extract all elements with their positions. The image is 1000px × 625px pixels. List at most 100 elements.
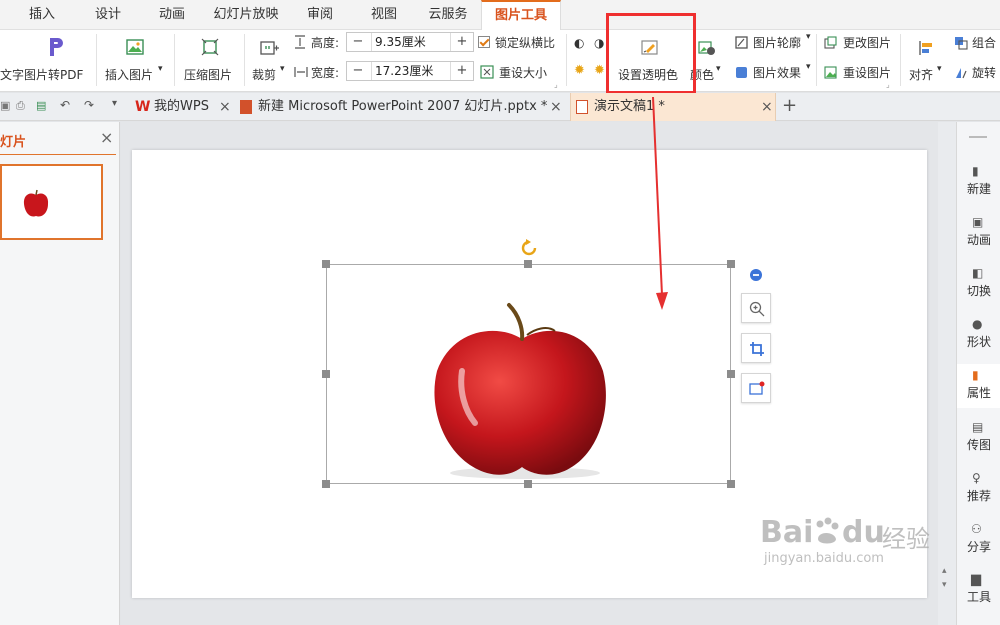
tab-pptx-document[interactable]: 新建 Microsoft PowerPoint 2007 幻灯片.pptx * [236, 93, 566, 121]
lock-ratio-checkbox[interactable] [478, 36, 490, 48]
width-spinner[interactable]: − 17.23厘米 + [346, 61, 474, 81]
watermark-brand: Bai [760, 515, 814, 550]
menu-tab-animation[interactable]: 动画 [144, 0, 200, 30]
share-icon: ⚇ [971, 522, 982, 536]
document-tab-bar: ▣ ⎙ ▤ ↶ ↷ ▾ W 我的WPS × 新建 Microsoft Power… [0, 93, 1000, 121]
align-button[interactable]: 对齐 ▾ [906, 32, 946, 88]
height-decrease-button[interactable]: − [347, 33, 369, 51]
resize-handle-right[interactable] [727, 370, 735, 378]
print-icon[interactable]: ⎙ [16, 99, 25, 113]
redo-icon[interactable]: ↷ [84, 98, 94, 112]
sidebar-item-upload[interactable]: ▤ 传图 [957, 420, 1000, 458]
save-icon[interactable]: ▣ [0, 99, 10, 112]
close-icon[interactable]: × [550, 93, 562, 121]
sidebar-item-share[interactable]: ⚇ 分享 [957, 522, 1000, 560]
contrast-less-icon[interactable]: ◑ [594, 36, 604, 50]
toolbox-icon: ▆ [971, 572, 981, 587]
brightness-up-icon[interactable]: ✹ [574, 63, 585, 78]
apple-thumbnail-icon [23, 189, 49, 217]
recolor-icon [698, 41, 715, 55]
dropdown-arrow-icon: ▾ [716, 64, 721, 74]
rotate-button[interactable]: 旋转 [972, 64, 996, 81]
sidebar-item-label: 切换 [966, 284, 991, 298]
height-increase-button[interactable]: + [451, 33, 473, 51]
resize-handle-bottom-right[interactable] [727, 480, 735, 488]
compress-picture-button[interactable]: 压缩图片 [180, 32, 240, 88]
insert-picture-button[interactable]: 插入图片 ▾ [102, 32, 168, 88]
brightness-down-icon[interactable]: ✹ [594, 63, 605, 78]
paw-icon [816, 517, 839, 544]
picture-outline-button[interactable]: 图片轮廓 [753, 34, 801, 51]
menu-tab-cloud[interactable]: 云服务 [418, 0, 478, 30]
sidebar-item-animation[interactable]: ▣ 动画 [957, 215, 1000, 253]
insert-picture-label: 插入图片 [105, 68, 154, 82]
menu-bar: 插入 设计 动画 幻灯片放映 审阅 视图 云服务 图片工具 [0, 0, 1000, 30]
group-icon [955, 37, 968, 50]
pptx-file-icon [240, 100, 252, 114]
expand-icon[interactable]: ⌟ [554, 80, 558, 89]
menu-tab-picture-tools[interactable]: 图片工具 [481, 0, 561, 30]
resize-handle-bottom[interactable] [524, 480, 532, 488]
reset-picture-button[interactable]: 重设图片 [843, 64, 891, 81]
resize-handle-bottom-left[interactable] [322, 480, 330, 488]
crop-button[interactable]: 裁剪 ▾ [248, 32, 288, 88]
picture-effect-icon [736, 67, 747, 78]
sidebar-item-recommend[interactable]: ♀ 推荐 [957, 471, 1000, 509]
export-icon[interactable]: ▤ [36, 99, 46, 112]
pdf-icon [50, 38, 63, 56]
change-picture-button[interactable]: 更改图片 [843, 34, 891, 51]
group-button[interactable]: 组合 [972, 34, 996, 51]
compress-icon [201, 38, 219, 56]
rotate-handle-icon[interactable] [520, 239, 538, 259]
height-spinner[interactable]: − 9.35厘米 + [346, 32, 474, 52]
expand-icon[interactable]: ⌟ [886, 80, 890, 89]
crop-icon [260, 41, 279, 55]
sidebar-item-properties[interactable]: ▮ 属性 [957, 364, 1000, 408]
sidebar-item-tools[interactable]: ▆ 工具 [957, 572, 1000, 612]
menu-tab-review[interactable]: 审阅 [292, 0, 348, 30]
recommend-icon: ♀ [972, 471, 981, 485]
collapse-toolbar-icon[interactable] [749, 268, 763, 282]
reset-picture-icon [824, 66, 837, 79]
height-input[interactable]: 9.35厘米 [371, 33, 451, 51]
sidebar-item-label: 动画 [966, 233, 991, 247]
menu-tab-view[interactable]: 视图 [356, 0, 412, 30]
slide-thumbnail-1[interactable] [0, 164, 103, 240]
reset-size-button[interactable]: 重设大小 [499, 64, 547, 81]
quick-access-dropdown-icon[interactable]: ▾ [112, 98, 117, 109]
close-icon[interactable]: × [100, 128, 113, 147]
menu-tab-design[interactable]: 设计 [80, 0, 136, 30]
watermark-cn: 经验 [882, 525, 930, 553]
width-decrease-button[interactable]: − [347, 62, 369, 80]
compress-picture-label: 压缩图片 [184, 68, 233, 82]
scroll-up-icon[interactable]: ▴ [942, 566, 947, 576]
sidebar-item-shape[interactable]: ● 形状 [957, 317, 1000, 355]
resize-handle-top-left[interactable] [322, 260, 330, 268]
resize-handle-left[interactable] [322, 370, 330, 378]
resize-handle-top[interactable] [524, 260, 532, 268]
undo-icon[interactable]: ↶ [60, 98, 70, 112]
close-icon[interactable]: × [219, 93, 231, 121]
contrast-icon[interactable]: ◐ [574, 36, 584, 50]
crop-picture-button[interactable] [741, 333, 771, 363]
picture-effect-button[interactable]: 图片效果 [753, 64, 801, 81]
crop-label: 裁剪 [252, 68, 277, 82]
menu-tab-slideshow[interactable]: 幻灯片放映 [206, 0, 286, 30]
vertical-scrollbar[interactable]: ▴ ▾ [938, 122, 956, 625]
close-icon[interactable]: × [761, 93, 773, 121]
tab-pptx-label: 新建 Microsoft PowerPoint 2007 幻灯片.pptx * [258, 99, 548, 114]
width-label: 宽度: [311, 66, 340, 80]
sidebar-item-transition[interactable]: ◧ 切换 [957, 266, 1000, 304]
width-increase-button[interactable]: + [451, 62, 473, 80]
width-input[interactable]: 17.23厘米 [371, 62, 451, 80]
sidebar-item-new[interactable]: ▮ 新建 [957, 164, 1000, 202]
new-tab-button[interactable]: + [782, 95, 797, 116]
text-button-label[interactable]: 文字 [0, 66, 24, 83]
menu-tab-insert[interactable]: 插入 [14, 0, 70, 30]
picture-settings-button[interactable] [741, 373, 771, 403]
pic-to-pdf-button[interactable]: 图片转PDF [22, 32, 90, 88]
resize-handle-top-right[interactable] [727, 260, 735, 268]
annotation-arrow [652, 96, 668, 310]
scroll-down-icon[interactable]: ▾ [942, 580, 947, 590]
zoom-picture-button[interactable] [741, 293, 771, 323]
